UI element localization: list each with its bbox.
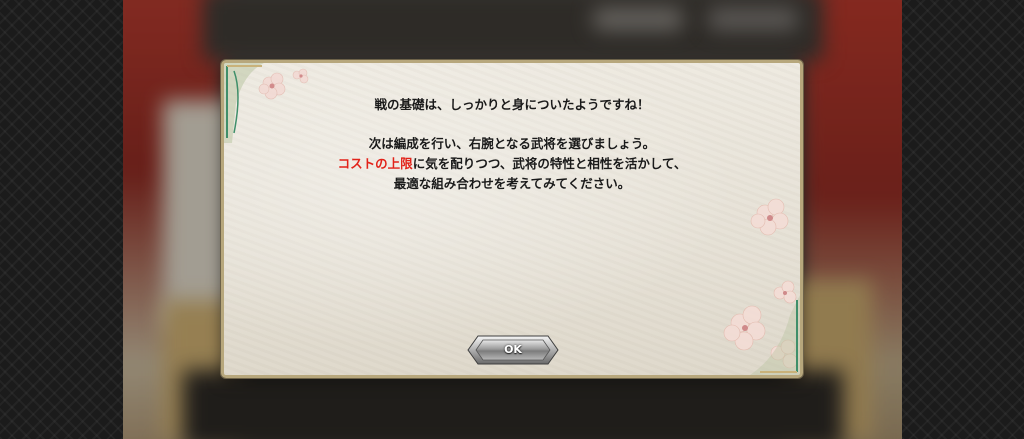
message-line-4: 最適な組み合わせを考えてみてください。 <box>393 176 631 191</box>
tutorial-message: 戦の基礎は、しっかりと身についたようですね！ 次は編成を行い、右腕となる武将を選… <box>224 95 800 194</box>
message-line-3: コストの上限に気を配りつつ、武将の特性と相性を活かして、 <box>224 154 800 174</box>
cost-limit-highlight: コストの上限 <box>337 156 413 171</box>
message-line-3-rest: に気を配りつつ、武将の特性と相性を活かして、 <box>412 156 687 171</box>
left-pillarbox <box>0 0 123 439</box>
message-line-2: 次は編成を行い、右腕となる武将を選びましょう。 <box>368 136 656 151</box>
ok-button[interactable]: OK <box>464 334 562 366</box>
right-pillarbox <box>902 0 1024 439</box>
message-line-1: 戦の基礎は、しっかりと身についたようですね！ <box>374 97 650 112</box>
tutorial-dialog: 戦の基礎は、しっかりと身についたようですね！ 次は編成を行い、右腕となる武将を選… <box>221 60 803 378</box>
ok-button-label: OK <box>504 343 522 356</box>
ornate-corner-icon <box>750 295 800 375</box>
game-screen: 戦の基礎は、しっかりと身についたようですね！ 次は編成を行い、右腕となる武将を選… <box>0 0 1024 439</box>
